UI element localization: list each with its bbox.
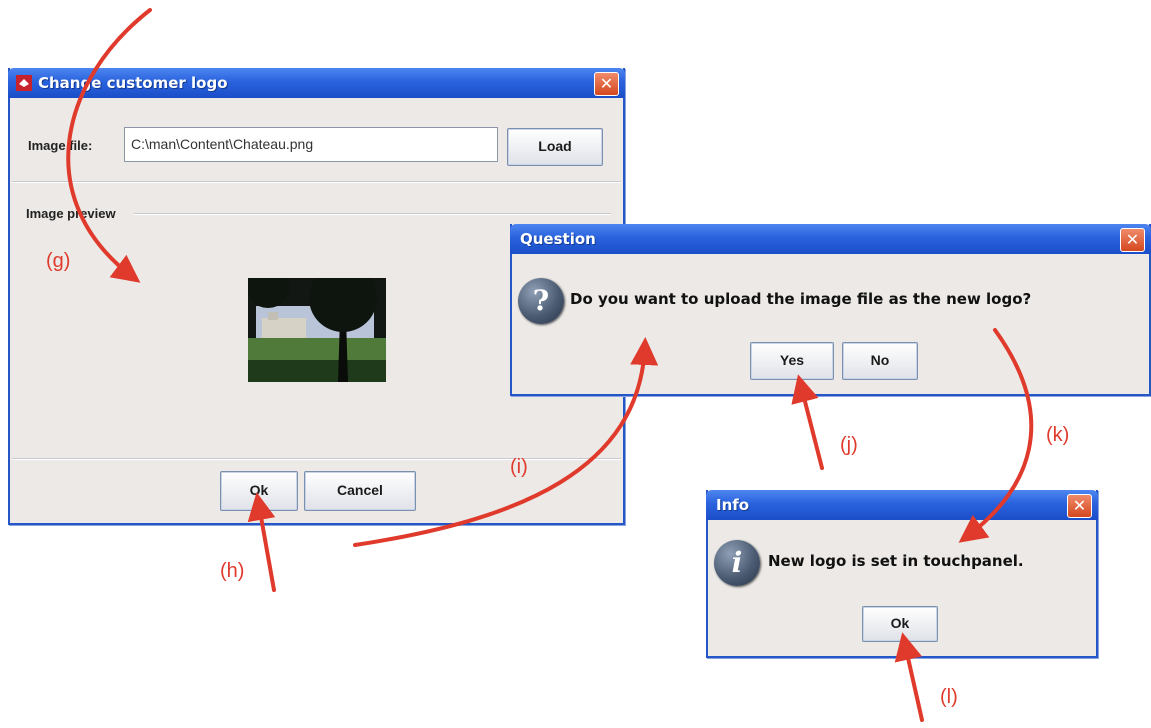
annotation-j: (j): [840, 434, 858, 456]
close-icon[interactable]: ✕: [1120, 228, 1145, 252]
info-titlebar[interactable]: Info ✕: [706, 490, 1098, 520]
annotation-k: (k): [1046, 424, 1070, 446]
load-button[interactable]: Load: [507, 128, 603, 166]
no-button[interactable]: No: [842, 342, 918, 380]
dialog-title: Change customer logo: [38, 74, 228, 92]
dialog-titlebar[interactable]: Change customer logo ✕: [8, 68, 625, 98]
cancel-button[interactable]: Cancel: [304, 471, 416, 511]
preview-group-border: [134, 213, 611, 215]
info-dialog: Info ✕ i New logo is set in touchpanel. …: [706, 490, 1098, 658]
image-preview-label: Image preview: [26, 206, 116, 221]
annotation-l: (l): [940, 686, 958, 708]
question-icon: ?: [518, 278, 564, 324]
image-file-label: Image file:: [28, 138, 93, 153]
divider: [12, 181, 621, 183]
ok-button[interactable]: Ok: [220, 471, 298, 511]
annotation-g: (g): [46, 250, 71, 272]
info-message: New logo is set in touchpanel.: [768, 552, 1024, 570]
yes-button[interactable]: Yes: [750, 342, 834, 380]
question-message: Do you want to upload the image file as …: [570, 290, 1032, 308]
info-ok-button[interactable]: Ok: [862, 606, 938, 642]
preview-image: [248, 278, 386, 382]
info-icon: i: [714, 540, 760, 586]
close-icon[interactable]: ✕: [1067, 494, 1092, 518]
app-logo-icon: [16, 75, 32, 91]
close-icon[interactable]: ✕: [594, 72, 619, 96]
annotation-h: (h): [220, 560, 245, 582]
info-title: Info: [716, 496, 750, 514]
image-file-field[interactable]: C:\man\Content\Chateau.png: [124, 127, 498, 162]
question-dialog: Question ✕ ? Do you want to upload the i…: [510, 224, 1151, 396]
question-titlebar[interactable]: Question ✕: [510, 224, 1151, 254]
divider-bottom: [12, 458, 621, 460]
annotation-i: (i): [510, 456, 528, 478]
question-title: Question: [520, 230, 596, 248]
